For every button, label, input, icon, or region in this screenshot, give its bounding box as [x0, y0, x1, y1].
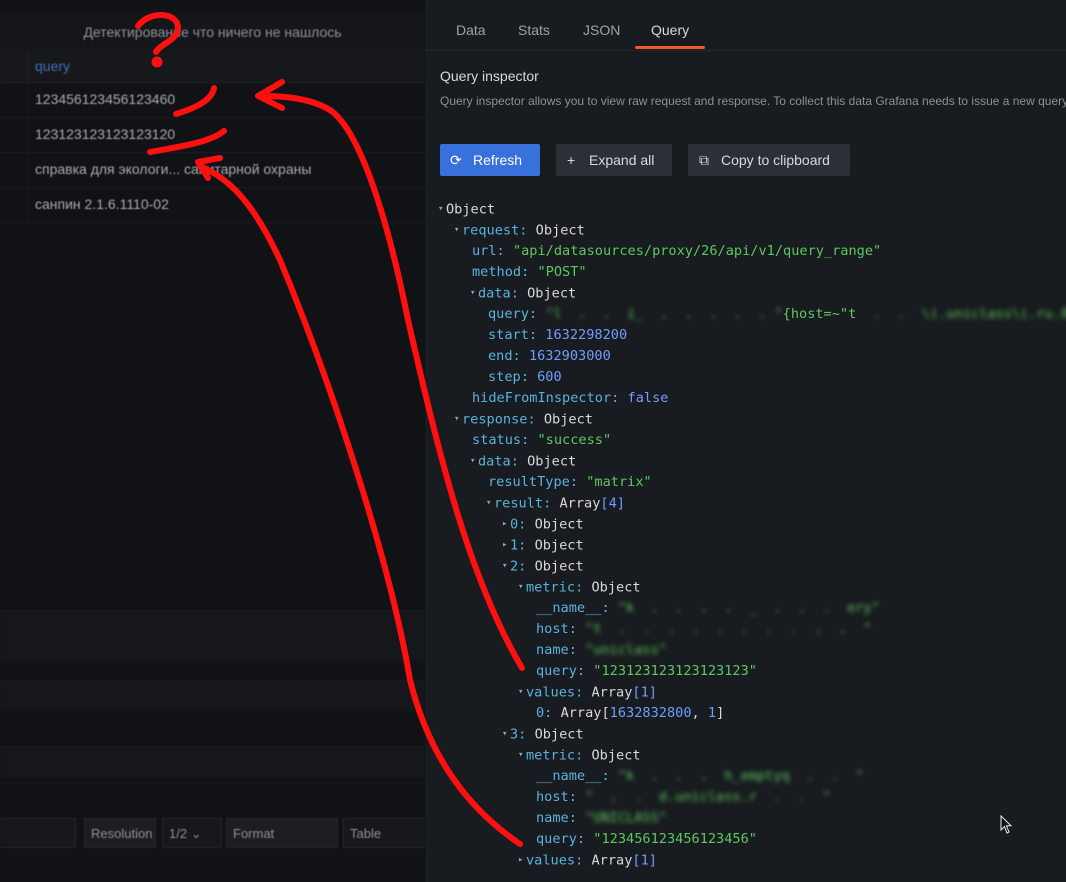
caret-down-icon: ▾ [518, 582, 524, 592]
table-row: 123456123456123460 [0, 82, 425, 118]
caret-down-icon: ▾ [454, 414, 460, 424]
resolution-label: Resolution [84, 818, 156, 848]
tab-data[interactable]: Data [456, 22, 486, 38]
tree-node-item[interactable]: ▸ 1: Object [502, 535, 584, 556]
inspector-tabs: Data Stats JSON Query [425, 0, 1066, 51]
tree-leaf: resultType: "matrix" [488, 474, 652, 490]
expand-all-button[interactable]: + Expand all [556, 144, 672, 176]
caret-right-icon: ▸ [502, 519, 508, 529]
refresh-icon: ⟳ [450, 152, 462, 168]
tree-leaf: 0: Array[1632832800, 1] [536, 705, 725, 721]
tree-node-item[interactable]: ▾ 3: Object [502, 724, 584, 745]
tree-leaf: step: 600 [488, 369, 562, 385]
tree-node-data[interactable]: ▾ data: Object [470, 451, 576, 472]
tree-leaf: host: " . . d.uniclass.r . . " [536, 789, 831, 805]
caret-down-icon: ▾ [438, 204, 444, 214]
table-row: санпин 2.1.6.1110-02 [0, 187, 425, 223]
tree-leaf: __name__: "k . . . . _ . . . ery" [536, 600, 880, 616]
max-data-points-input[interactable] [0, 818, 76, 848]
tree-node-values[interactable]: ▾ values: Array[1] [518, 682, 657, 703]
caret-down-icon: ▾ [470, 288, 476, 298]
tree-leaf: query: "l . . i_ . . . . . "{host=~"t . … [488, 306, 1066, 322]
tree-leaf: host: "t . . . . . . . . . . " [536, 621, 872, 637]
divider-band [0, 610, 425, 661]
inspector-description: Query inspector allows you to view raw r… [440, 94, 1066, 108]
table-row: 123123123123123120 [0, 117, 425, 153]
caret-down-icon: ▾ [454, 225, 460, 235]
tree-node-request[interactable]: ▾ request: Object [454, 220, 585, 241]
format-label: Format [226, 818, 338, 848]
caret-down-icon: ▾ [486, 498, 492, 508]
format-select[interactable]: Table [343, 818, 425, 848]
tree-node-response[interactable]: ▾ response: Object [454, 409, 593, 430]
chevron-down-icon: ⌄ [190, 826, 202, 841]
tree-leaf: start: 1632298200 [488, 327, 628, 343]
caret-down-icon: ▾ [470, 456, 476, 466]
divider-band [0, 746, 425, 777]
panel-title: Детектирование что ничего не нашлось [0, 14, 425, 50]
tree-node-result[interactable]: ▾ result: Array[4] [486, 493, 625, 514]
table-cell: 123123123123123120 [35, 126, 176, 142]
tree-leaf: url: "api/datasources/proxy/26/api/v1/qu… [472, 243, 882, 259]
tab-stats[interactable]: Stats [518, 22, 550, 38]
column-header-query[interactable]: query [35, 58, 70, 74]
tree-leaf: query: "123456123456123456" [536, 831, 757, 847]
tree-leaf: name: "uniclass" [536, 642, 667, 658]
caret-down-icon: ▾ [518, 687, 524, 697]
table-cell: справка для экологи... санитарной охраны [35, 161, 312, 177]
divider-band [0, 680, 425, 711]
caret-down-icon: ▾ [502, 561, 508, 571]
divider-band [0, 782, 425, 813]
table-row: справка для экологи... санитарной охраны [0, 152, 425, 188]
inspector-drawer: Data Stats JSON Query Query inspector Qu… [425, 0, 1066, 882]
caret-down-icon: ▾ [518, 750, 524, 760]
active-tab-indicator [635, 46, 705, 49]
caret-down-icon: ▾ [502, 729, 508, 739]
copy-to-clipboard-button[interactable]: ⧉ Copy to clipboard [688, 144, 850, 176]
query-options-bar: Resolution 1/2 ⌄ Format Table [0, 814, 425, 854]
tree-node-root[interactable]: ▾ Object [438, 199, 495, 220]
tree-leaf: __name__: "k . . . h_emptyq . . " [536, 768, 864, 784]
refresh-button[interactable]: ⟳ Refresh [440, 144, 540, 176]
tree-node-data[interactable]: ▾ data: Object [470, 283, 576, 304]
tree-node-metric[interactable]: ▾ metric: Object [518, 745, 641, 766]
table-cell: 123456123456123460 [35, 91, 176, 107]
caret-right-icon: ▸ [502, 540, 508, 550]
dashboard-panel: Детектирование что ничего не нашлось que… [0, 0, 425, 882]
table-cell: санпин 2.1.6.1110-02 [35, 196, 169, 212]
tree-leaf: name: "UNICLASS" [536, 810, 667, 826]
tab-query[interactable]: Query [651, 22, 689, 38]
plus-icon: + [567, 152, 576, 168]
tree-leaf: query: "123123123123123123" [536, 663, 757, 679]
tree-leaf: method: "POST" [472, 264, 587, 280]
resolution-select[interactable]: 1/2 ⌄ [162, 818, 222, 848]
inspector-title: Query inspector [440, 68, 539, 84]
tab-json[interactable]: JSON [583, 22, 620, 38]
mouse-cursor-icon [1000, 815, 1013, 834]
table-header: query [0, 50, 425, 83]
caret-right-icon: ▸ [518, 855, 524, 865]
tree-leaf: end: 1632903000 [488, 348, 611, 364]
tree-leaf: status: "success" [472, 432, 612, 448]
tree-node-metric[interactable]: ▾ metric: Object [518, 577, 641, 598]
tree-node-item[interactable]: ▾ 2: Object [502, 556, 584, 577]
tree-node-values[interactable]: ▸ values: Array[1] [518, 850, 657, 871]
tree-node-item[interactable]: ▸ 0: Object [502, 514, 584, 535]
tree-leaf: hideFromInspector: false [472, 390, 669, 406]
copy-icon: ⧉ [699, 152, 709, 168]
